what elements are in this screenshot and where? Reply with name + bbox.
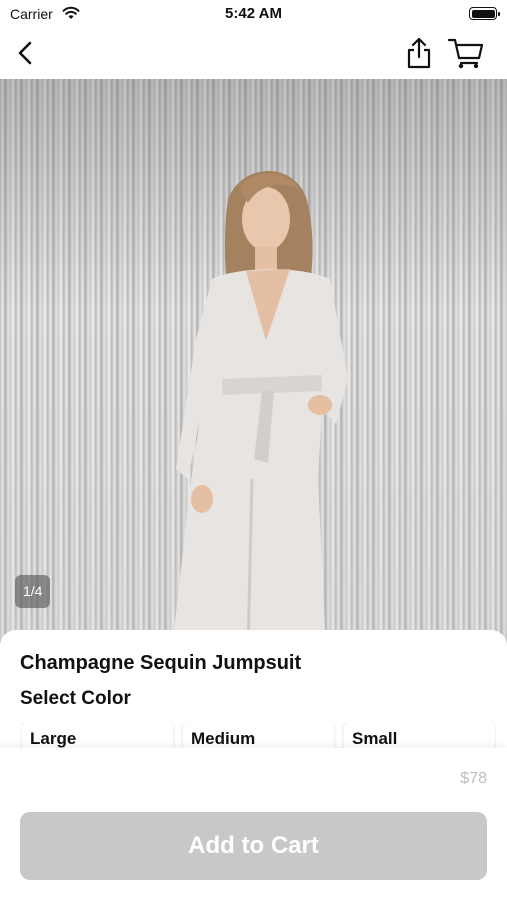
add-to-cart-button[interactable]: Add to Cart [20,812,487,880]
option-medium[interactable]: Medium [183,722,334,750]
share-icon[interactable] [404,36,434,70]
option-list: Large Medium Small [20,722,496,750]
status-bar: Carrier 5:42 AM [0,0,507,28]
price-label: $78 [460,770,487,787]
chevron-left-icon[interactable] [12,38,40,68]
nav-bar [0,28,507,78]
image-counter: 1/4 [15,575,51,608]
battery-icon [469,7,500,20]
footer-bar: $78 Add to Cart [0,748,507,900]
cart-icon[interactable] [447,36,485,70]
model-photo [172,170,348,649]
select-color-label: Select Color [20,688,131,709]
option-large[interactable]: Large [22,722,173,750]
status-time: 5:42 AM [225,5,282,22]
product-title: Champagne Sequin Jumpsuit [20,652,302,674]
product-image[interactable]: 1/4 [0,79,507,649]
option-small[interactable]: Small [344,722,495,750]
